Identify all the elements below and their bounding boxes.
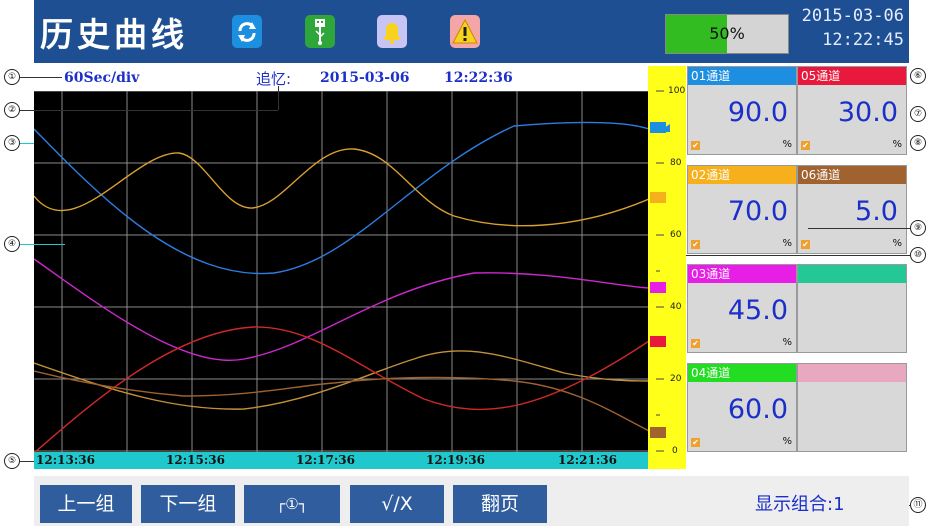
check-toggle-button[interactable]: √/X <box>350 485 444 523</box>
channel-name: 04通道 <box>688 364 796 382</box>
check-icon: ✔ <box>801 141 810 150</box>
callout-line <box>686 255 910 256</box>
trend-plot[interactable] <box>34 91 649 453</box>
channel-value: 90.0 <box>727 97 788 128</box>
channel-panel-04[interactable]: 04通道 60.0 ✔ % <box>687 363 797 452</box>
channel-panel-02[interactable]: 02通道 70.0 ✔ % <box>687 165 797 254</box>
channel-name: 03通道 <box>688 265 796 283</box>
channel-value: 60.0 <box>727 394 788 425</box>
callout-line <box>20 77 62 78</box>
channel-06-curve <box>34 370 649 432</box>
scale-tick: 0 <box>672 446 678 456</box>
check-icon: ✔ <box>691 339 700 348</box>
page-turn-button[interactable]: 翻页 <box>453 485 547 523</box>
time-scale-label: 60Sec/div <box>64 70 140 86</box>
scale-tick: 40 <box>670 302 682 312</box>
channel-name: 06通道 <box>798 166 906 184</box>
channel-value: 70.0 <box>727 196 788 227</box>
callout-7: ⑦ <box>910 106 926 122</box>
channel-panel-06[interactable]: 06通道 5.0 ✔ % <box>797 165 907 254</box>
warning-icon[interactable] <box>450 15 480 48</box>
callout-1: ① <box>4 69 20 85</box>
callout-4: ④ <box>4 236 20 252</box>
channel-name: 01通道 <box>688 67 796 85</box>
channel-unit: % <box>892 139 902 150</box>
callout-line <box>20 110 278 111</box>
channel-03-curve <box>34 258 649 362</box>
channel-value: 45.0 <box>727 295 788 326</box>
prev-group-button[interactable]: 上一组 <box>40 485 132 523</box>
channel-04-curve <box>34 350 649 410</box>
channel-name: 02通道 <box>688 166 796 184</box>
recall-label: 追忆: <box>256 70 292 88</box>
callout-2: ② <box>4 102 20 118</box>
time-label: 12:15:36 <box>166 453 225 467</box>
battery-label: 50% <box>709 24 745 43</box>
channel-02-curve <box>34 148 649 227</box>
refresh-icon[interactable] <box>232 15 262 48</box>
callout-8: ⑧ <box>910 135 926 151</box>
channel-panel-empty[interactable] <box>797 363 907 452</box>
channel-panel-empty[interactable] <box>797 264 907 353</box>
channel-01-curve <box>34 121 649 275</box>
recall-time: 12:22:36 <box>444 70 513 86</box>
channel-unit: % <box>782 238 792 249</box>
callout-line <box>20 461 34 462</box>
channel-unit: % <box>892 238 902 249</box>
date-text: 2015-03-06 <box>801 6 904 26</box>
bell-icon[interactable] <box>377 15 407 48</box>
channel-panel-03[interactable]: 03通道 45.0 ✔ % <box>687 264 797 353</box>
page-title: 历史曲线 <box>40 15 188 54</box>
time-text: 12:22:45 <box>822 30 904 50</box>
datetime: 2015-03-06 12:22:45 <box>800 4 904 52</box>
trend-curves <box>34 91 649 453</box>
scale-tick: 100 <box>668 86 686 96</box>
channel-panel-01[interactable]: 01通道 90.0 ✔ % <box>687 66 797 155</box>
time-label: 12:13:36 <box>36 453 95 467</box>
channel-unit: % <box>782 436 792 447</box>
channel-05-marker <box>650 336 666 347</box>
channel-01-marker <box>650 122 666 133</box>
check-icon: ✔ <box>691 141 700 150</box>
callout-line <box>20 143 34 144</box>
check-icon: ✔ <box>691 240 700 249</box>
callout-10: ⑩ <box>910 247 926 263</box>
time-label: 12:19:36 <box>426 453 485 467</box>
usb-icon[interactable] <box>305 15 335 48</box>
callout-6: ⑥ <box>910 68 926 84</box>
check-icon: ✔ <box>691 438 700 447</box>
check-icon: ✔ <box>801 240 810 249</box>
channel-02-marker <box>650 192 666 203</box>
channel-03-marker <box>650 282 666 293</box>
channel-value: 30.0 <box>837 97 898 128</box>
channel-value: 5.0 <box>855 196 898 227</box>
battery-indicator: 50% <box>665 14 789 54</box>
cursor-button[interactable]: ┌①┐ <box>244 485 340 523</box>
callout-line <box>20 244 65 245</box>
callout-11: ⑪ <box>910 497 926 513</box>
callout-3: ③ <box>4 135 20 151</box>
callout-5: ⑤ <box>4 453 20 469</box>
scale-tick: 80 <box>670 158 682 168</box>
callout-9: ⑨ <box>910 220 926 236</box>
time-label: 12:17:36 <box>296 453 355 467</box>
value-scale: 100 80 60 40 20 0 <box>648 66 686 469</box>
recall-date: 2015-03-06 <box>320 70 410 86</box>
channel-name <box>798 265 906 283</box>
channel-unit: % <box>782 139 792 150</box>
scale-tick: 20 <box>670 374 682 384</box>
callout-line <box>278 86 279 110</box>
channel-name: 05通道 <box>798 67 906 85</box>
next-group-button[interactable]: 下一组 <box>141 485 235 523</box>
channel-06-marker <box>650 427 666 438</box>
scale-tick: 60 <box>670 230 682 240</box>
channel-name <box>798 364 906 382</box>
channel-unit: % <box>782 337 792 348</box>
callout-line <box>808 228 910 229</box>
display-combination: 显示组合:1 <box>755 494 845 515</box>
channel-panel-05[interactable]: 05通道 30.0 ✔ % <box>797 66 907 155</box>
time-label: 12:21:36 <box>558 453 617 467</box>
